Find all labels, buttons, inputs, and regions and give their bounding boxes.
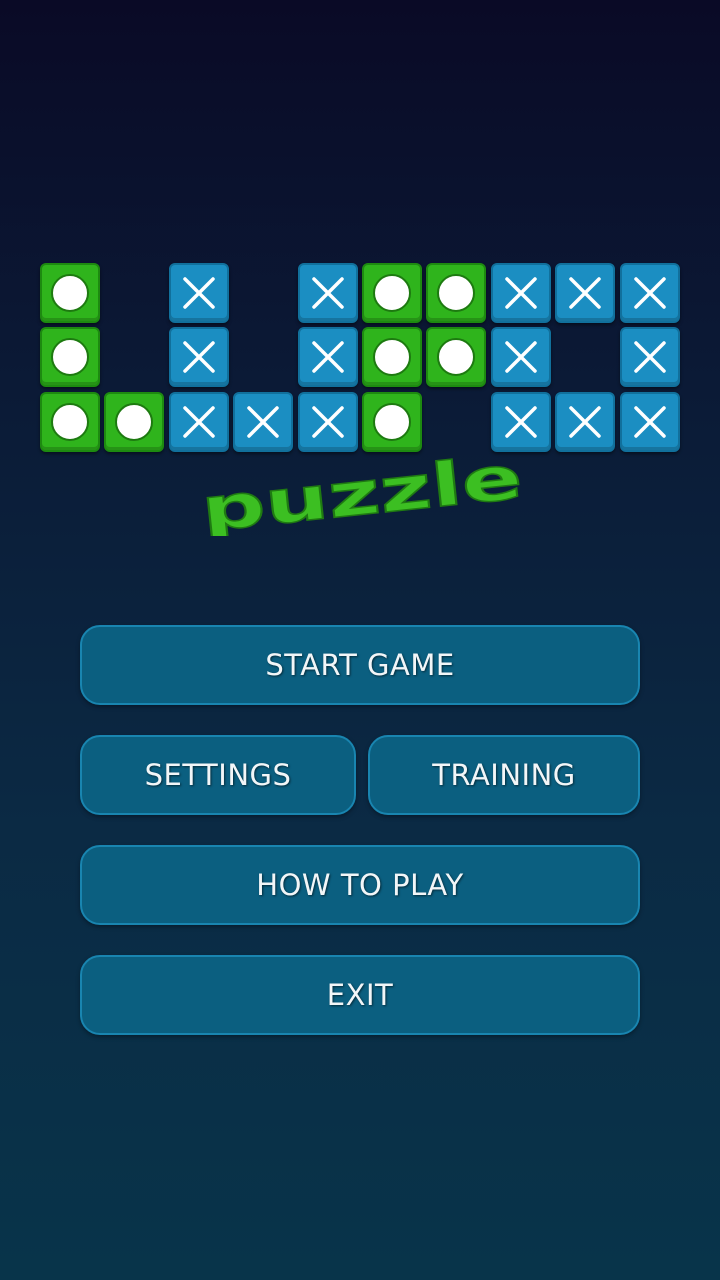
logo-tile-o [426,263,486,323]
cross-icon [183,341,215,373]
logo-tile-o [362,392,422,452]
logo-tile-x [169,392,229,452]
cross-icon [569,277,601,309]
cross-icon [505,341,537,373]
logo-subtitle-text: puzzle [198,446,526,536]
logo-tile-x [233,392,293,452]
logo-tile-x [555,392,615,452]
cross-icon [312,341,344,373]
logo-tile-o [426,327,486,387]
cross-icon [634,406,666,438]
training-button[interactable]: TRAINING [368,735,640,815]
circle-icon [115,403,153,441]
logo-tile-o [40,263,100,323]
logo-tile-x [298,327,358,387]
circle-icon [373,338,411,376]
logo-tile-o [362,263,422,323]
logo-tile-x [169,263,229,323]
cross-icon [634,277,666,309]
logo-tile-x [169,327,229,387]
circle-icon [51,403,89,441]
circle-icon [373,403,411,441]
start-game-button[interactable]: START GAME [80,625,640,705]
logo-subtitle: puzzle [197,446,526,536]
logo-tile-o [104,392,164,452]
circle-icon [373,274,411,312]
cross-icon [247,406,279,438]
logo-tile-x [491,327,551,387]
logo-tile-x [298,392,358,452]
logo-tile-x [491,263,551,323]
cross-icon [312,406,344,438]
circle-icon [437,338,475,376]
circle-icon [51,338,89,376]
how-to-play-button[interactable]: HOW TO PLAY [80,845,640,925]
cross-icon [312,277,344,309]
circle-icon [437,274,475,312]
cross-icon [505,406,537,438]
cross-icon [569,406,601,438]
cross-icon [634,341,666,373]
logo-tile-x [620,263,680,323]
logo-tile-x [620,327,680,387]
logo-tile-o [362,327,422,387]
cross-icon [505,277,537,309]
logo-tile-x [555,263,615,323]
cross-icon [183,406,215,438]
logo-tile-x [491,392,551,452]
logo-tile-o [40,392,100,452]
logo-tile-o [40,327,100,387]
circle-icon [51,274,89,312]
settings-button[interactable]: SETTINGS [80,735,356,815]
cross-icon [183,277,215,309]
logo-tile-x [620,392,680,452]
game-logo [40,263,680,453]
logo-tile-x [298,263,358,323]
exit-button[interactable]: EXIT [80,955,640,1035]
